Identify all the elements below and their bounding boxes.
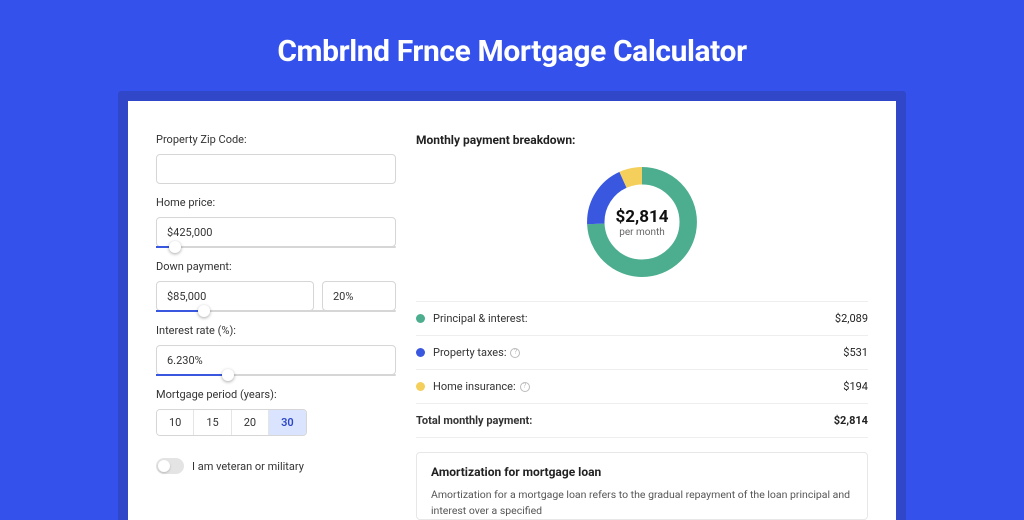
slider-thumb[interactable] bbox=[198, 305, 210, 317]
amortization-text: Amortization for a mortgage loan refers … bbox=[431, 487, 853, 519]
legend-amount: $2,089 bbox=[835, 312, 868, 325]
period-option-15[interactable]: 15 bbox=[194, 410, 231, 435]
legend-label: Principal & interest: bbox=[433, 312, 835, 325]
interest-rate-slider[interactable] bbox=[156, 374, 396, 376]
interest-rate-input[interactable] bbox=[156, 345, 396, 375]
legend-label: Property taxes: ? bbox=[433, 346, 843, 359]
period-option-10[interactable]: 10 bbox=[157, 410, 194, 435]
payment-donut-chart: $2,814 per month bbox=[581, 161, 703, 283]
slider-thumb[interactable] bbox=[169, 241, 181, 253]
down-payment-slider[interactable] bbox=[156, 310, 396, 312]
slider-thumb[interactable] bbox=[222, 369, 234, 381]
legend-amount: $531 bbox=[843, 346, 868, 359]
zip-input[interactable] bbox=[156, 154, 396, 184]
info-icon[interactable]: ? bbox=[510, 348, 520, 358]
legend-total-amount: $2,814 bbox=[834, 414, 868, 427]
legend-row-total: Total monthly payment: $2,814 bbox=[416, 404, 868, 438]
breakdown-title: Monthly payment breakdown: bbox=[416, 133, 868, 147]
legend-row-insurance: Home insurance: ? $194 bbox=[416, 370, 868, 404]
legend-amount: $194 bbox=[843, 380, 868, 393]
inputs-column: Property Zip Code: Home price: Down paym… bbox=[156, 133, 396, 520]
panel-shadow: Property Zip Code: Home price: Down paym… bbox=[118, 91, 906, 520]
interest-rate-label: Interest rate (%): bbox=[156, 324, 396, 337]
down-payment-label: Down payment: bbox=[156, 260, 396, 273]
amortization-card: Amortization for mortgage loan Amortizat… bbox=[416, 452, 868, 520]
legend-row-principal: Principal & interest: $2,089 bbox=[416, 302, 868, 336]
mortgage-period-label: Mortgage period (years): bbox=[156, 388, 396, 401]
legend-dot bbox=[416, 382, 425, 391]
breakdown-legend: Principal & interest: $2,089 Property ta… bbox=[416, 301, 868, 438]
zip-label: Property Zip Code: bbox=[156, 133, 396, 146]
info-icon[interactable]: ? bbox=[520, 382, 530, 392]
calculator-panel: Property Zip Code: Home price: Down paym… bbox=[128, 101, 896, 520]
legend-label: Home insurance: ? bbox=[433, 380, 843, 393]
period-option-30[interactable]: 30 bbox=[269, 410, 306, 435]
donut-sub-label: per month bbox=[619, 227, 665, 238]
home-price-slider[interactable] bbox=[156, 246, 396, 248]
slider-fill bbox=[156, 310, 204, 312]
amortization-title: Amortization for mortgage loan bbox=[431, 465, 853, 479]
veteran-toggle[interactable] bbox=[156, 458, 184, 474]
legend-dot bbox=[416, 314, 425, 323]
down-payment-input[interactable] bbox=[156, 281, 314, 311]
legend-row-taxes: Property taxes: ? $531 bbox=[416, 336, 868, 370]
down-payment-pct-input[interactable] bbox=[322, 281, 396, 311]
home-price-label: Home price: bbox=[156, 196, 396, 209]
slider-fill bbox=[156, 374, 228, 376]
legend-total-label: Total monthly payment: bbox=[416, 414, 834, 427]
results-column: Monthly payment breakdown: $2,814 per mo… bbox=[416, 133, 868, 520]
period-option-20[interactable]: 20 bbox=[232, 410, 269, 435]
toggle-knob bbox=[158, 460, 170, 472]
mortgage-period-group: 10 15 20 30 bbox=[156, 409, 307, 436]
home-price-input[interactable] bbox=[156, 217, 396, 247]
legend-dot bbox=[416, 348, 425, 357]
page-title: Cmbrlnd Frnce Mortgage Calculator bbox=[277, 34, 746, 69]
donut-total-value: $2,814 bbox=[616, 207, 669, 227]
veteran-label: I am veteran or military bbox=[192, 460, 304, 473]
